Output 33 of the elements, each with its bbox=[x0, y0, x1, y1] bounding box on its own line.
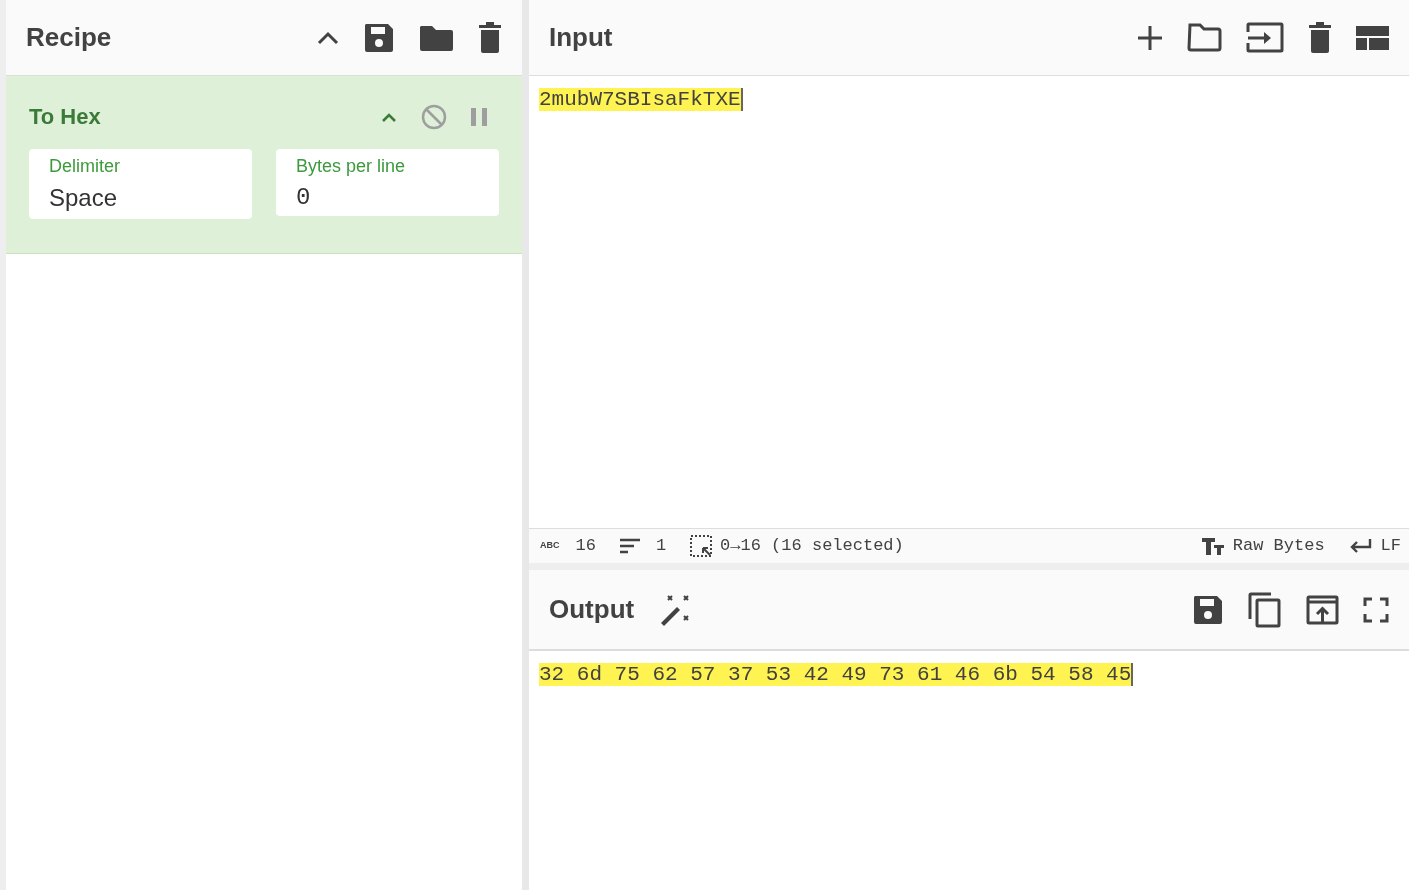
input-text[interactable]: 2mubW7SBIsaFkTXE bbox=[539, 88, 743, 111]
character-count: 16 bbox=[575, 535, 596, 558]
chevron-up-icon[interactable] bbox=[381, 111, 397, 122]
encoding-label[interactable]: Raw Bytes bbox=[1232, 533, 1325, 559]
fullscreen-icon[interactable] bbox=[1363, 596, 1389, 623]
line-ending-label[interactable]: LF bbox=[1380, 533, 1401, 559]
selection-icon bbox=[690, 535, 713, 557]
trash-icon[interactable] bbox=[1308, 21, 1332, 54]
folder-icon[interactable] bbox=[419, 23, 454, 52]
lines-icon bbox=[619, 538, 640, 554]
trash-icon[interactable] bbox=[478, 21, 502, 54]
select-field[interactable]: Delimiter Space bbox=[29, 149, 252, 219]
save-icon[interactable] bbox=[1192, 593, 1224, 626]
operation-title: To Hex bbox=[29, 103, 102, 131]
output-text: 32 6d 75 62 57 37 53 42 49 73 61 46 6b 54 58 45 bbox=[539, 663, 1134, 686]
return-icon[interactable] bbox=[1348, 538, 1373, 554]
import-icon[interactable] bbox=[1246, 22, 1284, 53]
chevron-up-icon[interactable] bbox=[317, 30, 339, 45]
panel-title: Recipe bbox=[26, 21, 113, 54]
folder-icon[interactable] bbox=[1187, 23, 1222, 52]
upload-icon[interactable] bbox=[1306, 594, 1339, 625]
plus-icon[interactable] bbox=[1137, 24, 1163, 51]
resize-handle[interactable] bbox=[522, 0, 529, 890]
panel-title: Input bbox=[549, 21, 614, 54]
character-count-icon: ABC bbox=[540, 539, 560, 553]
layout-icon[interactable] bbox=[1356, 25, 1389, 50]
number-field[interactable]: Bytes per line 0 bbox=[276, 149, 499, 216]
copy-icon[interactable] bbox=[1248, 591, 1282, 628]
line-count: 1 bbox=[655, 535, 667, 558]
text-size-icon[interactable] bbox=[1200, 537, 1225, 555]
selection-range: 0→16 (16 selected) bbox=[720, 535, 905, 558]
save-icon[interactable] bbox=[363, 21, 395, 54]
panel-title: Output bbox=[549, 593, 635, 626]
